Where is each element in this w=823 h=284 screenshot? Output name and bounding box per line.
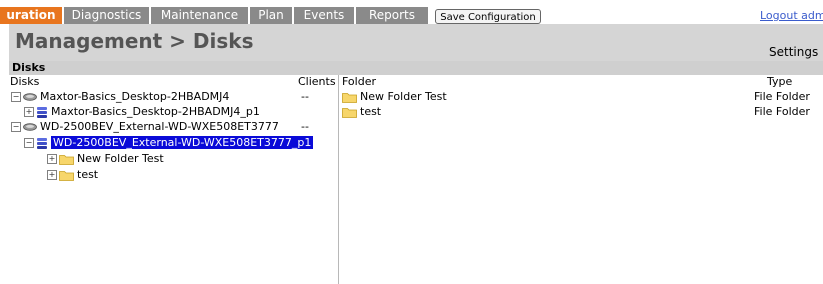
tab-diagnostics[interactable]: Diagnostics — [64, 7, 149, 24]
clients-value: -- — [301, 90, 309, 103]
partition-icon — [37, 137, 47, 149]
clients-value: -- — [301, 120, 309, 133]
folder-type: File Folder — [754, 105, 810, 118]
folder-name: New Folder Test — [360, 90, 447, 103]
column-header-disks[interactable]: Disks — [10, 75, 39, 88]
tab-configuration[interactable]: uration — [0, 7, 62, 24]
tab-reports[interactable]: Reports — [356, 7, 428, 24]
top-nav-bar: uration Diagnostics Maintenance Plan Eve… — [0, 0, 823, 24]
save-configuration-button[interactable]: Save Configuration — [435, 9, 541, 24]
settings-menu[interactable]: Settings — [769, 45, 818, 59]
folder-list-item[interactable]: test — [342, 104, 381, 119]
tab-maintenance[interactable]: Maintenance — [151, 7, 248, 24]
folder-label: New Folder Test — [77, 152, 164, 165]
folder-label: test — [77, 168, 99, 181]
folder-icon — [59, 154, 74, 165]
tree-row-disk[interactable]: − Maxtor-Basics_Desktop-2HBADMJ4 — [11, 89, 229, 104]
pane-divider[interactable] — [338, 75, 339, 284]
column-header-clients[interactable]: Clients — [298, 75, 336, 88]
column-header-folder[interactable]: Folder — [342, 75, 376, 88]
folder-icon — [59, 170, 74, 181]
collapse-icon[interactable]: − — [11, 122, 21, 132]
folder-list-item[interactable]: New Folder Test — [342, 89, 447, 104]
logout-link[interactable]: Logout admi — [760, 9, 823, 22]
tab-events[interactable]: Events — [294, 7, 354, 24]
tree-row-partition-selected[interactable]: − WD-2500BEV_External-WD-WXE508ET3777_p1 — [24, 135, 314, 150]
hard-disk-icon — [23, 123, 37, 131]
collapse-icon[interactable]: − — [24, 138, 34, 148]
tab-plan[interactable]: Plan — [250, 7, 292, 24]
folder-icon — [342, 107, 357, 118]
expand-icon[interactable]: + — [47, 170, 57, 180]
disk-label: Maxtor-Basics_Desktop-2HBADMJ4 — [40, 90, 230, 103]
disk-label: WD-2500BEV_External-WD-WXE508ET3777 — [40, 120, 279, 133]
expand-icon[interactable]: + — [47, 154, 57, 164]
partition-label: WD-2500BEV_External-WD-WXE508ET3777_p1 — [51, 136, 314, 149]
partition-icon — [37, 106, 47, 118]
expand-icon[interactable]: + — [24, 107, 34, 117]
hard-disk-icon — [23, 93, 37, 101]
tree-row-folder[interactable]: + New Folder Test — [47, 151, 164, 166]
tree-row-folder[interactable]: + test — [47, 167, 98, 182]
tree-row-partition[interactable]: + Maxtor-Basics_Desktop-2HBADMJ4_p1 — [24, 104, 260, 119]
folder-type: File Folder — [754, 90, 810, 103]
folder-name: test — [360, 105, 382, 118]
tree-row-disk[interactable]: − WD-2500BEV_External-WD-WXE508ET3777 — [11, 119, 279, 134]
partition-label: Maxtor-Basics_Desktop-2HBADMJ4_p1 — [51, 105, 260, 118]
folder-icon — [342, 92, 357, 103]
collapse-icon[interactable]: − — [11, 92, 21, 102]
disks-panel-header: Disks — [9, 61, 823, 75]
column-header-type[interactable]: Type — [767, 75, 792, 88]
page-title: Management > Disks — [15, 29, 254, 53]
folders-list-pane — [339, 75, 823, 284]
